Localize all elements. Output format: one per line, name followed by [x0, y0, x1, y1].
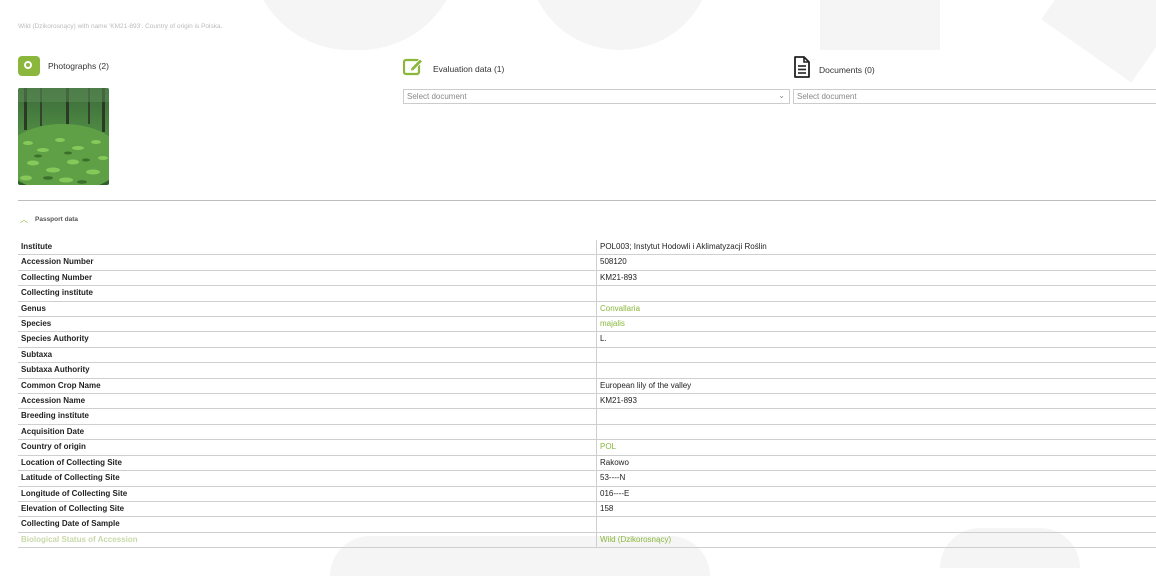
table-row: Common Crop NameEuropean lily of the val… — [18, 378, 1156, 393]
row-value-link[interactable]: Wild (Dzikorosnący) — [597, 532, 1156, 547]
tab-photographs-label: Photographs (2) — [48, 61, 109, 71]
table-row: Collecting institute — [18, 286, 1156, 301]
table-row: Latitude of Collecting Site53----N — [18, 471, 1156, 486]
row-key: Species Authority — [18, 332, 597, 347]
table-row: Location of Collecting SiteRakowo — [18, 455, 1156, 470]
row-key: Longitude of Collecting Site — [18, 486, 597, 501]
row-key: Accession Name — [18, 394, 597, 409]
row-key: Acquisition Date — [18, 424, 597, 439]
row-value — [597, 517, 1156, 532]
row-value — [597, 409, 1156, 424]
row-value: Rakowo — [597, 455, 1156, 470]
background-shape — [820, 0, 940, 50]
edit-icon — [403, 56, 425, 81]
row-key: Collecting Date of Sample — [18, 517, 597, 532]
row-key: Accession Number — [18, 255, 597, 270]
chevron-up-icon: ︿ — [20, 214, 28, 225]
table-row: Accession NameKM21-893 — [18, 394, 1156, 409]
row-key: Genus — [18, 301, 597, 316]
accession-photo-thumbnail[interactable] — [18, 88, 109, 185]
row-key: Elevation of Collecting Site — [18, 501, 597, 516]
row-value: 158 — [597, 501, 1156, 516]
row-value: L. — [597, 332, 1156, 347]
documents-select-value: Select document — [797, 92, 857, 101]
row-value: 016----E — [597, 486, 1156, 501]
evaluation-select-value: Select document — [407, 92, 467, 101]
tab-evaluation-label: Evaluation data (1) — [433, 64, 504, 74]
passport-data-table: InstitutePOL003; Instytut Hodowli i Akli… — [18, 240, 1156, 548]
row-value: 53----N — [597, 471, 1156, 486]
row-key: Subtaxa — [18, 347, 597, 362]
row-value — [597, 363, 1156, 378]
table-row: Breeding institute — [18, 409, 1156, 424]
row-value-link[interactable]: Convallaria — [597, 301, 1156, 316]
table-row: Longitude of Collecting Site016----E — [18, 486, 1156, 501]
document-icon — [793, 56, 811, 83]
accession-summary: Wild (Dzikorosnący) with name 'KM21-893'… — [18, 23, 222, 30]
row-value: European lily of the valley — [597, 378, 1156, 393]
table-row: InstitutePOL003; Instytut Hodowli i Akli… — [18, 240, 1156, 255]
table-row: Biological Status of AccessionWild (Dzik… — [18, 532, 1156, 547]
documents-select[interactable]: Select document — [793, 89, 1156, 104]
tab-photographs[interactable]: Photographs (2) — [18, 56, 109, 76]
row-key: Latitude of Collecting Site — [18, 471, 597, 486]
table-row: GenusConvallaria — [18, 301, 1156, 316]
row-value-link[interactable]: majalis — [597, 317, 1156, 332]
background-shape — [1041, 0, 1156, 83]
table-row: Subtaxa Authority — [18, 363, 1156, 378]
row-value — [597, 347, 1156, 362]
table-row: Collecting NumberKM21-893 — [18, 270, 1156, 285]
row-value: KM21-893 — [597, 270, 1156, 285]
table-row: Subtaxa — [18, 347, 1156, 362]
tab-documents-label: Documents (0) — [819, 65, 875, 75]
row-value-link[interactable]: POL — [597, 440, 1156, 455]
background-shape — [250, 0, 460, 50]
row-value — [597, 424, 1156, 439]
table-row: Country of originPOL — [18, 440, 1156, 455]
chevron-down-icon: ⌄ — [778, 91, 785, 100]
row-key: Collecting Number — [18, 270, 597, 285]
row-key: Collecting institute — [18, 286, 597, 301]
section-divider — [18, 200, 1156, 201]
table-row: Elevation of Collecting Site158 — [18, 501, 1156, 516]
row-key: Country of origin — [18, 440, 597, 455]
row-key: Subtaxa Authority — [18, 363, 597, 378]
row-value — [597, 286, 1156, 301]
table-row: Speciesmajalis — [18, 317, 1156, 332]
row-key: Common Crop Name — [18, 378, 597, 393]
table-row: Accession Number508120 — [18, 255, 1156, 270]
row-key: Breeding institute — [18, 409, 597, 424]
tab-documents[interactable]: Documents (0) — [793, 56, 875, 83]
table-row: Species AuthorityL. — [18, 332, 1156, 347]
table-row: Collecting Date of Sample — [18, 517, 1156, 532]
row-key: Biological Status of Accession — [18, 532, 597, 547]
row-key: Species — [18, 317, 597, 332]
row-key: Location of Collecting Site — [18, 455, 597, 470]
background-shape — [530, 0, 710, 50]
table-row: Acquisition Date — [18, 424, 1156, 439]
passport-section-toggle[interactable]: ︿ Passport data — [20, 214, 78, 225]
passport-section-title: Passport data — [35, 216, 78, 223]
tab-evaluation-data[interactable]: Evaluation data (1) — [403, 56, 504, 81]
row-value: 508120 — [597, 255, 1156, 270]
camera-icon — [18, 56, 40, 76]
row-value: KM21-893 — [597, 394, 1156, 409]
row-key: Institute — [18, 240, 597, 255]
evaluation-document-select[interactable]: Select document ⌄ — [403, 89, 790, 104]
row-value: POL003; Instytut Hodowli i Aklimatyzacji… — [597, 240, 1156, 255]
